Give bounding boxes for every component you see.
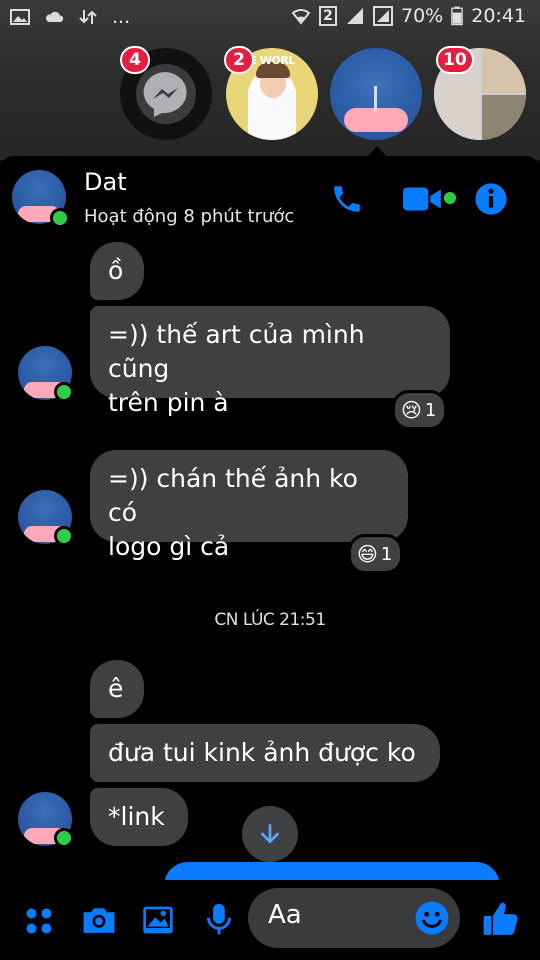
conversation-header: Dat Hoạt động 8 phút trước xyxy=(0,156,540,236)
chat-head-group-top-right xyxy=(482,48,526,93)
message-text-line: =)) chán thế ảnh ko có xyxy=(108,464,358,527)
status-overflow: ... xyxy=(112,6,131,28)
online-indicator xyxy=(50,208,70,228)
reaction-badge[interactable]: 😢 1 xyxy=(392,390,448,430)
message-composer: Aa xyxy=(0,880,540,960)
emoji-icon[interactable] xyxy=(414,900,450,936)
phone-icon[interactable] xyxy=(330,182,364,216)
chat-panel: Dat Hoạt động 8 phút trước ồ =)) thế art… xyxy=(0,156,540,960)
message-bubble[interactable]: đưa tui kink ảnh được ko xyxy=(90,724,440,782)
online-indicator xyxy=(54,828,74,848)
group-head-badge: 10 xyxy=(436,46,474,74)
message-text-line: trên pin à xyxy=(108,388,229,417)
message-bubble[interactable]: =)) thế art của mình cũng trên pin à xyxy=(90,306,450,417)
grinning-emoji-icon: 😄 xyxy=(357,542,378,566)
signal-icon xyxy=(347,8,363,24)
thumbs-up-icon[interactable] xyxy=(482,900,520,938)
image-icon[interactable] xyxy=(142,904,174,936)
contact-name[interactable]: Dat xyxy=(84,168,127,196)
battery-percent: 70% xyxy=(401,5,444,27)
data-transfer-icon xyxy=(79,10,97,24)
microphone-icon[interactable] xyxy=(205,902,233,936)
reaction-count: 1 xyxy=(380,543,393,565)
message-text: ê xyxy=(108,674,124,703)
activity-status: Hoạt động 8 phút trước xyxy=(84,206,295,227)
online-indicator xyxy=(54,526,74,546)
cloud-icon xyxy=(45,11,64,22)
camera-icon[interactable] xyxy=(81,904,117,936)
message-input[interactable]: Aa xyxy=(248,888,460,948)
message-text-line: =)) thế art của mình cũng xyxy=(108,320,365,383)
video-camera-icon[interactable] xyxy=(402,186,444,212)
video-online-dot xyxy=(444,192,456,204)
messenger-badge: 4 xyxy=(120,46,150,74)
message-bubble[interactable]: ê xyxy=(90,660,144,718)
message-input-placeholder: Aa xyxy=(268,900,302,930)
clock: 20:41 xyxy=(471,5,526,27)
reaction-badge[interactable]: 😄 1 xyxy=(348,534,404,574)
status-bar: ... 2 70% 20:41 xyxy=(0,0,540,36)
wifi-icon xyxy=(291,9,311,25)
chat-head-active[interactable] xyxy=(330,48,422,140)
message-text: ồ xyxy=(108,256,124,285)
menu-dots-icon[interactable] xyxy=(24,906,54,936)
message-bubble[interactable]: =)) chán thế ảnh ko có logo gì cả xyxy=(90,450,408,561)
message-bubble[interactable]: *link xyxy=(90,788,188,846)
sim-slot-badge: 2 xyxy=(319,6,337,26)
crying-emoji-icon: 😢 xyxy=(401,398,422,422)
photo-head-badge: 2 xyxy=(224,46,254,74)
timestamp-divider: CN LÚC 21:51 xyxy=(214,610,326,630)
info-icon[interactable] xyxy=(474,182,508,216)
scroll-to-bottom-button[interactable] xyxy=(242,806,298,862)
reaction-count: 1 xyxy=(424,399,437,421)
arrow-down-icon xyxy=(261,823,279,844)
message-text: *link xyxy=(108,802,165,831)
message-bubble[interactable]: ồ xyxy=(90,242,144,300)
chat-heads-tray: PE WORL 4 2 10 xyxy=(0,46,540,146)
gallery-icon xyxy=(10,9,30,25)
signal-2-icon xyxy=(373,6,393,26)
message-text: đưa tui kink ảnh được ko xyxy=(108,738,416,767)
chat-head-group-bottom-right xyxy=(482,95,526,140)
online-indicator xyxy=(54,382,74,402)
chat-head-active-mast xyxy=(374,86,377,112)
battery-icon xyxy=(451,6,464,26)
